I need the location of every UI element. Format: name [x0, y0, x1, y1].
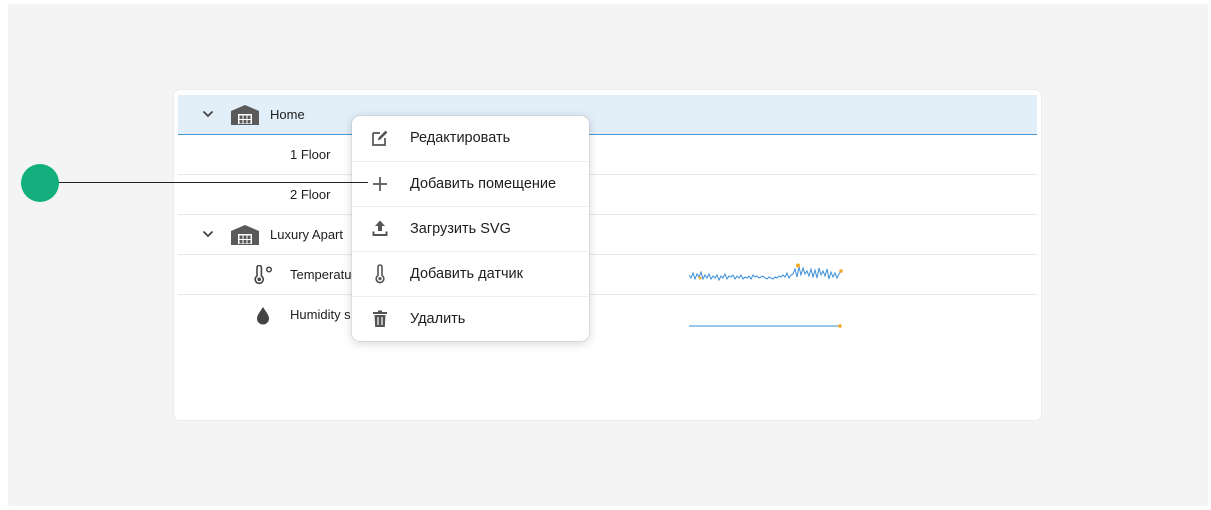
tree-row-home[interactable]: Home — [178, 95, 1037, 135]
callout-pointer-line — [58, 182, 368, 183]
tree-row-1-floor[interactable]: 1 Floor — [178, 135, 1037, 175]
menu-item-add-room[interactable]: Добавить помещение — [352, 161, 589, 206]
context-menu: Редактировать Добавить помещение Загрузи… — [352, 116, 589, 341]
tree-row-2-floor[interactable]: 2 Floor — [178, 175, 1037, 215]
plus-icon — [373, 177, 387, 191]
humidity-sparkline — [689, 324, 842, 328]
menu-item-label: Удалить — [410, 311, 466, 327]
edit-icon — [372, 130, 388, 146]
chevron-down-icon[interactable] — [202, 108, 214, 120]
menu-item-label: Добавить датчик — [410, 266, 523, 282]
water-drop-icon — [257, 307, 269, 325]
menu-item-label: Загрузить SVG — [410, 221, 511, 237]
thermometer-icon — [375, 264, 385, 284]
chevron-down-icon[interactable] — [202, 228, 214, 240]
device-tree-panel: Home 1 Floor 2 Floor Luxury Apart Temper… — [174, 90, 1041, 420]
tree-row-label: 2 Floor — [290, 187, 331, 202]
tree-row-label: Home — [270, 107, 305, 122]
menu-item-upload-svg[interactable]: Загрузить SVG — [352, 206, 589, 251]
tree-row-label: Humidity s — [290, 307, 351, 322]
tree-row-label: Temperatu — [290, 267, 352, 282]
building-icon — [231, 105, 259, 125]
tree-row-humidity-sensor[interactable]: Humidity s — [178, 295, 1037, 335]
upload-icon — [372, 220, 388, 236]
menu-item-label: Добавить помещение — [410, 176, 557, 192]
tree-row-luxury-apartment[interactable]: Luxury Apart — [178, 215, 1037, 255]
callout-marker — [21, 164, 59, 202]
building-icon — [231, 225, 259, 245]
menu-item-edit[interactable]: Редактировать — [352, 116, 589, 161]
thermometer-celsius-icon — [254, 265, 273, 285]
menu-item-add-sensor[interactable]: Добавить датчик — [352, 251, 589, 296]
temperature-sparkline — [689, 263, 843, 282]
trash-icon — [373, 310, 387, 327]
menu-item-label: Редактировать — [410, 130, 511, 146]
tree-row-temperature-sensor[interactable]: Temperatu — [178, 255, 1037, 295]
tree-row-label: 1 Floor — [290, 147, 331, 162]
tree-row-label: Luxury Apart — [270, 227, 343, 242]
menu-item-delete[interactable]: Удалить — [352, 296, 589, 341]
